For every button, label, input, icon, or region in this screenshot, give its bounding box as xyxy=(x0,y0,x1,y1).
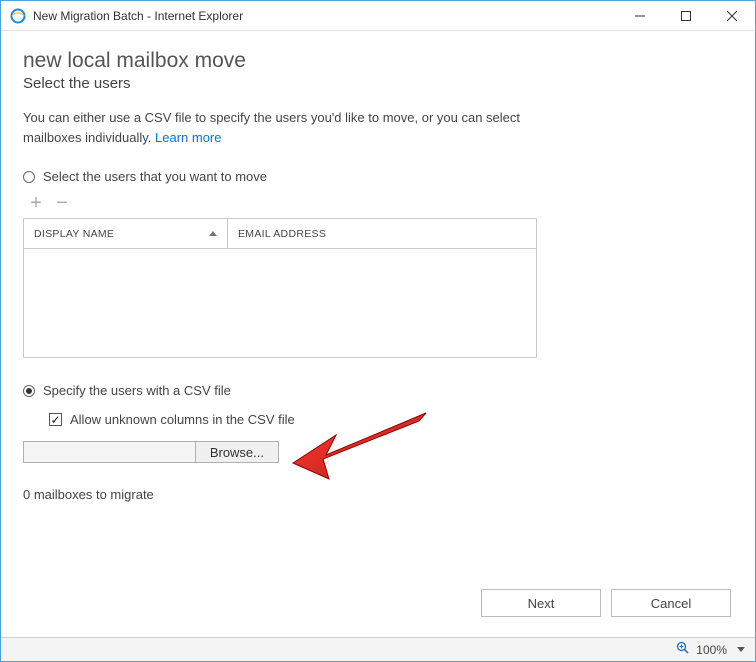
maximize-button[interactable] xyxy=(663,1,709,30)
checkbox-allow-unknown[interactable]: Allow unknown columns in the CSV file xyxy=(49,412,733,427)
zoom-icon[interactable] xyxy=(676,641,690,658)
statusbar: 100% xyxy=(1,637,755,661)
radio-icon xyxy=(23,385,35,397)
radio-icon xyxy=(23,171,35,183)
checkbox-icon xyxy=(49,413,62,426)
page-title: new local mailbox move xyxy=(23,49,733,73)
grid-body xyxy=(24,249,536,358)
window-controls xyxy=(617,1,755,30)
browse-control: Browse... xyxy=(23,441,279,463)
column-display-name[interactable]: DISPLAY NAME xyxy=(24,219,228,248)
user-list-toolbar: + − xyxy=(27,194,733,212)
next-button[interactable]: Next xyxy=(481,589,601,617)
window-title: New Migration Batch - Internet Explorer xyxy=(33,9,617,23)
radio-label: Select the users that you want to move xyxy=(43,169,267,184)
grid-header: DISPLAY NAME EMAIL ADDRESS xyxy=(24,219,536,249)
column-email[interactable]: EMAIL ADDRESS xyxy=(228,219,536,248)
add-user-button[interactable]: + xyxy=(27,194,45,212)
ie-icon xyxy=(9,7,27,25)
page-subtitle: Select the users xyxy=(23,75,733,92)
zoom-dropdown-icon[interactable] xyxy=(737,647,745,652)
sort-asc-icon xyxy=(209,231,217,236)
checkbox-label: Allow unknown columns in the CSV file xyxy=(70,412,295,427)
migration-count: 0 mailboxes to migrate xyxy=(23,487,733,502)
intro-text: You can either use a CSV file to specify… xyxy=(23,108,543,147)
users-grid: DISPLAY NAME EMAIL ADDRESS xyxy=(23,218,537,358)
wizard-footer: Next Cancel xyxy=(481,589,731,617)
radio-select-users[interactable]: Select the users that you want to move xyxy=(23,169,733,184)
window-titlebar: New Migration Batch - Internet Explorer xyxy=(1,1,755,31)
browse-button[interactable]: Browse... xyxy=(196,442,278,462)
remove-user-button[interactable]: − xyxy=(53,194,71,212)
radio-csv-file[interactable]: Specify the users with a CSV file xyxy=(23,383,733,398)
file-path-input[interactable] xyxy=(24,442,196,462)
minimize-button[interactable] xyxy=(617,1,663,30)
cancel-button[interactable]: Cancel xyxy=(611,589,731,617)
close-button[interactable] xyxy=(709,1,755,30)
radio-label: Specify the users with a CSV file xyxy=(43,383,231,398)
zoom-level[interactable]: 100% xyxy=(696,643,727,657)
learn-more-link[interactable]: Learn more xyxy=(155,130,221,145)
